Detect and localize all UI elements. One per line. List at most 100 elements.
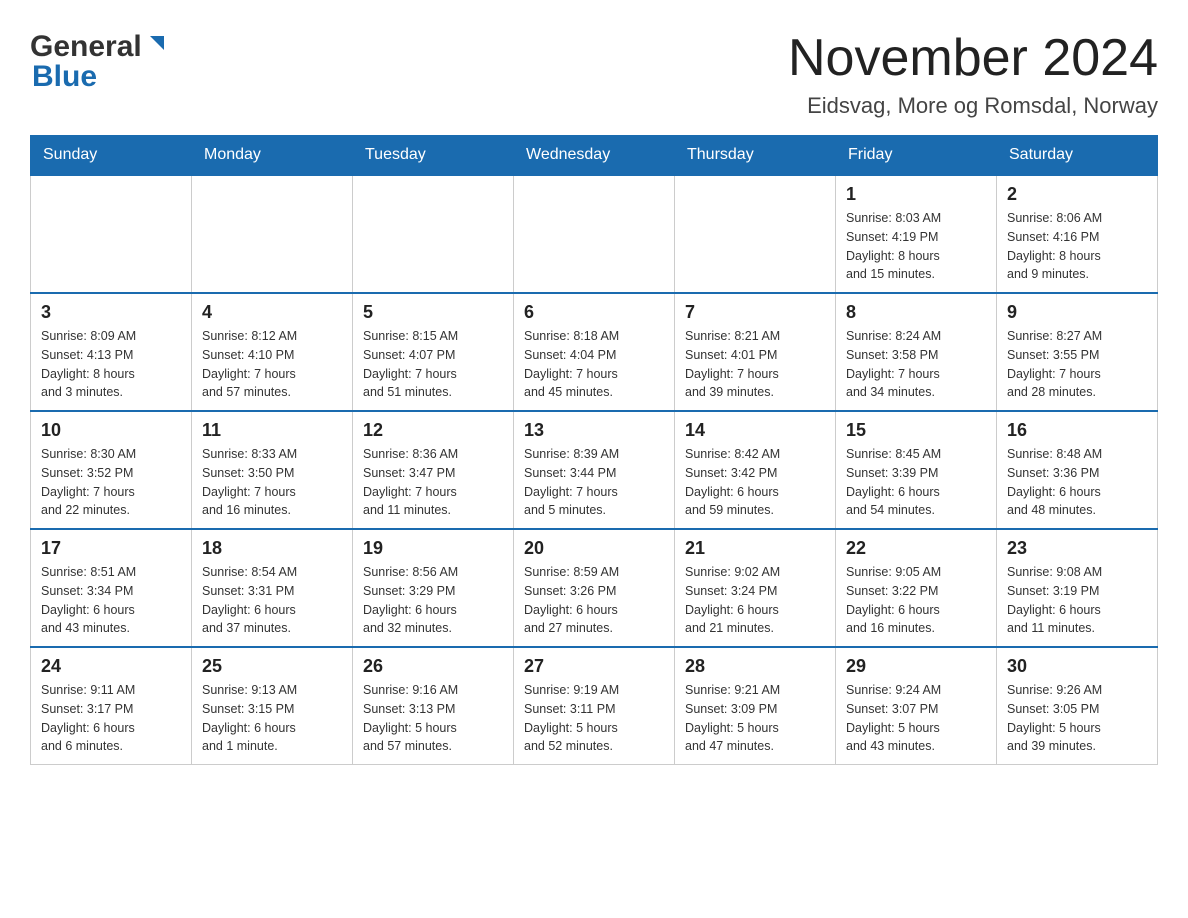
day-info: Sunrise: 8:15 AM Sunset: 4:07 PM Dayligh… <box>363 327 503 402</box>
calendar-cell: 11Sunrise: 8:33 AM Sunset: 3:50 PM Dayli… <box>192 411 353 529</box>
calendar-cell: 25 Sunrise: 9:13 AM Sunset: 3:15 PM Dayli… <box>192 647 353 765</box>
day-info: Sunrise: 9:05 AM Sunset: 3:22 PM Dayligh… <box>846 563 986 638</box>
logo-general-text: General <box>30 30 142 64</box>
day-info: Sunrise: 8:56 AM Sunset: 3:29 PM Dayligh… <box>363 563 503 638</box>
day-info: Sunrise: 8:27 AM Sunset: 3:55 PM Dayligh… <box>1007 327 1147 402</box>
calendar-cell: 30 Sunrise: 9:26 AM Sunset: 3:05 PM Dayli… <box>997 647 1158 765</box>
calendar-week-1: 1 Sunrise: 8:03 AM Sunset: 4:19 PM Daylig… <box>31 175 1158 293</box>
calendar-cell: 6 Sunrise: 8:18 AM Sunset: 4:04 PM Daylig… <box>514 293 675 411</box>
day-number: 8 <box>846 302 986 323</box>
calendar-cell: 17 Sunrise: 8:51 AM Sunset: 3:34 PM Dayli… <box>31 529 192 647</box>
day-info: Sunrise: 8:45 AM Sunset: 3:39 PM Dayligh… <box>846 445 986 520</box>
calendar-week-4: 17 Sunrise: 8:51 AM Sunset: 3:34 PM Dayli… <box>31 529 1158 647</box>
day-number: 16 <box>1007 420 1147 441</box>
header-sunday: Sunday <box>31 136 192 176</box>
day-number: 30 <box>1007 656 1147 677</box>
day-number: 23 <box>1007 538 1147 559</box>
calendar-cell: 15 Sunrise: 8:45 AM Sunset: 3:39 PM Dayli… <box>836 411 997 529</box>
main-title: November 2024 <box>788 30 1158 87</box>
calendar-cell: 4 Sunrise: 8:12 AM Sunset: 4:10 PM Daylig… <box>192 293 353 411</box>
day-number: 7 <box>685 302 825 323</box>
calendar-week-2: 3 Sunrise: 8:09 AM Sunset: 4:13 PM Daylig… <box>31 293 1158 411</box>
day-number: 18 <box>202 538 342 559</box>
calendar-cell: 14Sunrise: 8:42 AM Sunset: 3:42 PM Dayli… <box>675 411 836 529</box>
calendar-cell: 23Sunrise: 9:08 AM Sunset: 3:19 PM Dayli… <box>997 529 1158 647</box>
title-section: November 2024 Eidsvag, More og Romsdal, … <box>788 30 1158 119</box>
day-number: 26 <box>363 656 503 677</box>
day-number: 14 <box>685 420 825 441</box>
day-number: 4 <box>202 302 342 323</box>
day-number: 1 <box>846 184 986 205</box>
day-number: 6 <box>524 302 664 323</box>
calendar-week-5: 24 Sunrise: 9:11 AM Sunset: 3:17 PM Dayli… <box>31 647 1158 765</box>
calendar-cell <box>353 175 514 293</box>
calendar-cell: 2Sunrise: 8:06 AM Sunset: 4:16 PM Daylig… <box>997 175 1158 293</box>
day-info: Sunrise: 8:24 AM Sunset: 3:58 PM Dayligh… <box>846 327 986 402</box>
calendar-cell: 19 Sunrise: 8:56 AM Sunset: 3:29 PM Dayli… <box>353 529 514 647</box>
subtitle: Eidsvag, More og Romsdal, Norway <box>788 93 1158 119</box>
calendar-cell: 5 Sunrise: 8:15 AM Sunset: 4:07 PM Daylig… <box>353 293 514 411</box>
day-number: 19 <box>363 538 503 559</box>
day-info: Sunrise: 8:39 AM Sunset: 3:44 PM Dayligh… <box>524 445 664 520</box>
calendar-cell: 8 Sunrise: 8:24 AM Sunset: 3:58 PM Daylig… <box>836 293 997 411</box>
day-number: 25 <box>202 656 342 677</box>
day-number: 9 <box>1007 302 1147 323</box>
day-info: Sunrise: 8:09 AM Sunset: 4:13 PM Dayligh… <box>41 327 181 402</box>
header-thursday: Thursday <box>675 136 836 176</box>
header-monday: Monday <box>192 136 353 176</box>
calendar-cell: 18 Sunrise: 8:54 AM Sunset: 3:31 PM Dayli… <box>192 529 353 647</box>
calendar-cell: 1 Sunrise: 8:03 AM Sunset: 4:19 PM Daylig… <box>836 175 997 293</box>
day-number: 13 <box>524 420 664 441</box>
day-number: 20 <box>524 538 664 559</box>
day-info: Sunrise: 8:59 AM Sunset: 3:26 PM Dayligh… <box>524 563 664 638</box>
calendar-header-row: Sunday Monday Tuesday Wednesday Thursday… <box>31 136 1158 176</box>
day-info: Sunrise: 9:11 AM Sunset: 3:17 PM Dayligh… <box>41 681 181 756</box>
calendar-cell: 3 Sunrise: 8:09 AM Sunset: 4:13 PM Daylig… <box>31 293 192 411</box>
day-info: Sunrise: 9:19 AM Sunset: 3:11 PM Dayligh… <box>524 681 664 756</box>
calendar-cell: 10 Sunrise: 8:30 AM Sunset: 3:52 PM Dayli… <box>31 411 192 529</box>
calendar-cell: 26 Sunrise: 9:16 AM Sunset: 3:13 PM Dayli… <box>353 647 514 765</box>
day-info: Sunrise: 9:16 AM Sunset: 3:13 PM Dayligh… <box>363 681 503 756</box>
calendar-cell: 20 Sunrise: 8:59 AM Sunset: 3:26 PM Dayli… <box>514 529 675 647</box>
day-info: Sunrise: 9:26 AM Sunset: 3:05 PM Dayligh… <box>1007 681 1147 756</box>
day-number: 24 <box>41 656 181 677</box>
calendar-cell: 21 Sunrise: 9:02 AM Sunset: 3:24 PM Dayli… <box>675 529 836 647</box>
day-info: Sunrise: 8:30 AM Sunset: 3:52 PM Dayligh… <box>41 445 181 520</box>
calendar-cell: 24 Sunrise: 9:11 AM Sunset: 3:17 PM Dayli… <box>31 647 192 765</box>
day-info: Sunrise: 8:12 AM Sunset: 4:10 PM Dayligh… <box>202 327 342 402</box>
calendar-cell: 27 Sunrise: 9:19 AM Sunset: 3:11 PM Dayli… <box>514 647 675 765</box>
calendar-cell <box>192 175 353 293</box>
day-info: Sunrise: 9:02 AM Sunset: 3:24 PM Dayligh… <box>685 563 825 638</box>
day-number: 12 <box>363 420 503 441</box>
calendar-cell: 16 Sunrise: 8:48 AM Sunset: 3:36 PM Dayli… <box>997 411 1158 529</box>
day-number: 17 <box>41 538 181 559</box>
day-number: 10 <box>41 420 181 441</box>
calendar-cell: 7 Sunrise: 8:21 AM Sunset: 4:01 PM Daylig… <box>675 293 836 411</box>
logo-blue-text: Blue <box>30 60 97 94</box>
day-info: Sunrise: 9:21 AM Sunset: 3:09 PM Dayligh… <box>685 681 825 756</box>
day-number: 11 <box>202 420 342 441</box>
day-number: 15 <box>846 420 986 441</box>
calendar-cell <box>31 175 192 293</box>
day-info: Sunrise: 8:03 AM Sunset: 4:19 PM Dayligh… <box>846 209 986 284</box>
day-info: Sunrise: 8:51 AM Sunset: 3:34 PM Dayligh… <box>41 563 181 638</box>
calendar-cell: 12Sunrise: 8:36 AM Sunset: 3:47 PM Dayli… <box>353 411 514 529</box>
day-number: 2 <box>1007 184 1147 205</box>
logo-arrow-icon <box>146 32 168 59</box>
day-info: Sunrise: 8:21 AM Sunset: 4:01 PM Dayligh… <box>685 327 825 402</box>
calendar-cell: 28Sunrise: 9:21 AM Sunset: 3:09 PM Dayli… <box>675 647 836 765</box>
calendar-cell: 9 Sunrise: 8:27 AM Sunset: 3:55 PM Daylig… <box>997 293 1158 411</box>
day-number: 22 <box>846 538 986 559</box>
calendar-cell <box>514 175 675 293</box>
day-number: 3 <box>41 302 181 323</box>
day-number: 5 <box>363 302 503 323</box>
day-info: Sunrise: 8:18 AM Sunset: 4:04 PM Dayligh… <box>524 327 664 402</box>
day-info: Sunrise: 9:13 AM Sunset: 3:15 PM Dayligh… <box>202 681 342 756</box>
day-number: 21 <box>685 538 825 559</box>
calendar-cell: 22 Sunrise: 9:05 AM Sunset: 3:22 PM Dayli… <box>836 529 997 647</box>
day-info: Sunrise: 8:54 AM Sunset: 3:31 PM Dayligh… <box>202 563 342 638</box>
day-number: 27 <box>524 656 664 677</box>
day-info: Sunrise: 8:48 AM Sunset: 3:36 PM Dayligh… <box>1007 445 1147 520</box>
calendar-week-3: 10 Sunrise: 8:30 AM Sunset: 3:52 PM Dayli… <box>31 411 1158 529</box>
calendar-cell: 29Sunrise: 9:24 AM Sunset: 3:07 PM Dayli… <box>836 647 997 765</box>
